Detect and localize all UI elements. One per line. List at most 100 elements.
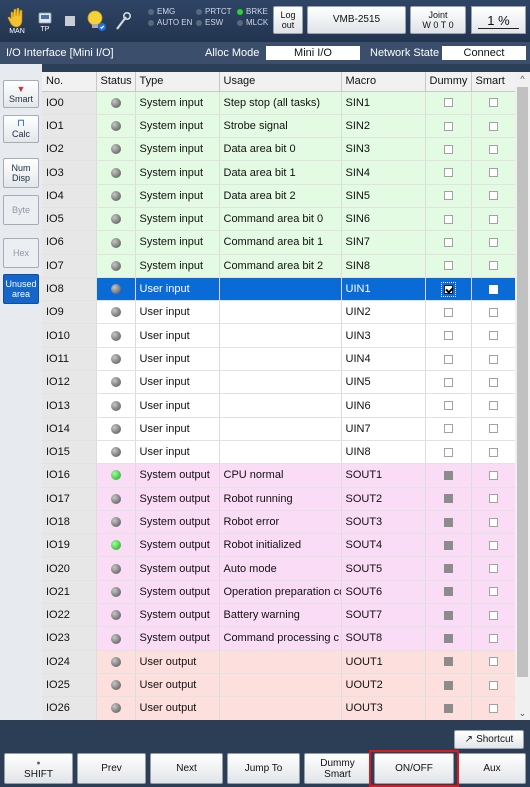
table-row[interactable]: IO1 System input Strobe signal SIN2 (42, 114, 515, 139)
cell-usage[interactable] (219, 370, 342, 395)
table-row[interactable]: IO25 User output UOUT2 (42, 673, 515, 698)
smart-checkbox[interactable] (488, 564, 498, 574)
stop-square-icon[interactable] (60, 4, 80, 38)
table-row[interactable]: IO22 System output Battery warning SOUT7 (42, 603, 515, 628)
cell-usage[interactable]: Robot error (219, 510, 342, 535)
smart-checkbox[interactable] (488, 354, 498, 364)
cell-usage[interactable]: Strobe signal (219, 114, 342, 139)
robot-model-button[interactable]: VMB-2515 (307, 6, 406, 34)
dummy-checkbox[interactable] (443, 401, 453, 411)
cell-usage[interactable] (219, 347, 342, 372)
dummy-checkbox[interactable] (443, 517, 453, 527)
cell-usage[interactable]: Robot running (219, 487, 342, 511)
scrollbar-thumb[interactable] (517, 87, 528, 677)
header-usage[interactable]: Usage (219, 72, 342, 92)
table-row[interactable]: IO20 System output Auto mode SOUT5 (42, 556, 515, 581)
smart-checkbox[interactable] (488, 284, 498, 294)
speed-percent-button[interactable]: 1 % (471, 6, 526, 34)
cell-usage[interactable]: Robot initialized (219, 533, 342, 558)
dummy-checkbox[interactable] (443, 144, 453, 154)
smart-checkbox[interactable] (488, 424, 498, 434)
smart-checkbox[interactable] (488, 494, 498, 504)
header-type[interactable]: Type (135, 72, 220, 92)
cell-usage[interactable]: Battery warning (219, 603, 342, 628)
cell-usage[interactable]: Operation preparation cc (219, 580, 342, 605)
smart-checkbox[interactable] (488, 98, 498, 108)
smart-checkbox[interactable] (488, 680, 498, 690)
smart-checkbox[interactable] (488, 214, 498, 224)
dummy-checkbox[interactable] (443, 307, 453, 317)
smart-checkbox[interactable] (488, 307, 498, 317)
smart-checkbox[interactable] (488, 540, 498, 550)
smart-checkbox[interactable] (488, 168, 498, 178)
next-button[interactable]: Next (150, 753, 223, 784)
dummy-checkbox[interactable] (443, 354, 453, 364)
cell-usage[interactable] (219, 393, 342, 418)
cell-usage[interactable] (219, 440, 342, 465)
table-row[interactable]: IO23 System output Command processing c SOU… (42, 626, 515, 651)
smart-checkbox[interactable] (488, 144, 498, 154)
table-row[interactable]: IO14 User input UIN7 (42, 417, 515, 441)
teach-pendant-icon[interactable]: TP (34, 4, 56, 38)
smart-checkbox[interactable] (488, 331, 498, 341)
dummy-checkbox[interactable] (443, 214, 453, 224)
scroll-down-icon[interactable]: ⌄ (515, 706, 530, 720)
table-row[interactable]: IO4 System input Data area bit 2 SIN5 (42, 184, 515, 208)
table-row[interactable]: IO24 User output UOUT1 (42, 650, 515, 674)
dummy-checkbox[interactable] (443, 587, 453, 597)
header-no[interactable]: No. (42, 72, 97, 92)
smart-checkbox[interactable] (488, 610, 498, 620)
cell-usage[interactable] (219, 300, 342, 325)
smart-checkbox[interactable] (488, 703, 498, 713)
dummy-checkbox[interactable] (443, 121, 453, 131)
cell-usage[interactable] (219, 650, 342, 674)
unused-area-button[interactable]: Unused area (3, 274, 39, 304)
scroll-up-icon[interactable]: ^ (515, 72, 530, 86)
smart-checkbox[interactable] (488, 587, 498, 597)
dummy-checkbox[interactable] (443, 238, 453, 248)
table-row[interactable]: IO9 User input UIN2 (42, 300, 515, 325)
dummy-checkbox[interactable] (443, 703, 453, 713)
table-row[interactable]: IO13 User input UIN6 (42, 393, 515, 418)
table-row[interactable]: IO0 System input Step stop (all tasks) SIN1 (42, 91, 515, 115)
smart-checkbox[interactable] (488, 634, 498, 644)
table-row[interactable]: IO26 User output UOUT3 (42, 696, 515, 720)
hex-button[interactable]: Hex (3, 238, 39, 268)
vertical-scrollbar[interactable]: ^ ⌄ (515, 72, 530, 720)
dummy-checkbox[interactable] (443, 447, 453, 457)
cell-usage[interactable] (219, 673, 342, 698)
dummy-checkbox[interactable] (443, 634, 453, 644)
byte-button[interactable]: Byte (3, 195, 39, 225)
table-row[interactable]: IO6 System input Command area bit 1 SIN7 (42, 230, 515, 255)
table-row[interactable]: IO10 User input UIN3 (42, 323, 515, 348)
cell-usage[interactable]: Command processing c (219, 626, 342, 651)
smart-checkbox[interactable] (488, 657, 498, 667)
dummy-checkbox[interactable] (443, 331, 453, 341)
table-row[interactable]: IO18 System output Robot error SOUT3 (42, 510, 515, 535)
smart-checkbox[interactable] (488, 401, 498, 411)
cell-usage[interactable]: Auto mode (219, 556, 342, 581)
dummy-checkbox[interactable] (443, 564, 453, 574)
table-row[interactable]: IO21 System output Operation preparation c… (42, 580, 515, 605)
table-row[interactable]: IO11 User input UIN4 (42, 347, 515, 372)
table-row[interactable]: IO2 System input Data area bit 0 SIN3 (42, 137, 515, 162)
smart-checkbox[interactable] (488, 377, 498, 387)
cell-usage[interactable]: Command area bit 0 (219, 207, 342, 232)
prev-button[interactable]: Prev (77, 753, 146, 784)
dummy-checkbox[interactable] (440, 281, 456, 297)
header-status[interactable]: Status (96, 72, 136, 92)
wrench-icon[interactable] (112, 4, 134, 38)
dummy-checkbox[interactable] (443, 191, 453, 201)
dummy-checkbox[interactable] (443, 98, 453, 108)
logout-button[interactable]: Log out (273, 6, 303, 34)
header-macro[interactable]: Macro (341, 72, 426, 92)
cell-usage[interactable] (219, 277, 342, 302)
jump-to-button[interactable]: Jump To (227, 753, 300, 784)
calc-button[interactable]: ⊓ Calc (3, 115, 39, 143)
smart-checkbox[interactable] (488, 121, 498, 131)
smart-button[interactable]: ▼ Smart (3, 80, 39, 108)
smart-checkbox[interactable] (488, 261, 498, 271)
table-row[interactable]: IO19 System output Robot initialized SOUT4 (42, 533, 515, 558)
dummy-checkbox[interactable] (443, 261, 453, 271)
smart-checkbox[interactable] (488, 447, 498, 457)
